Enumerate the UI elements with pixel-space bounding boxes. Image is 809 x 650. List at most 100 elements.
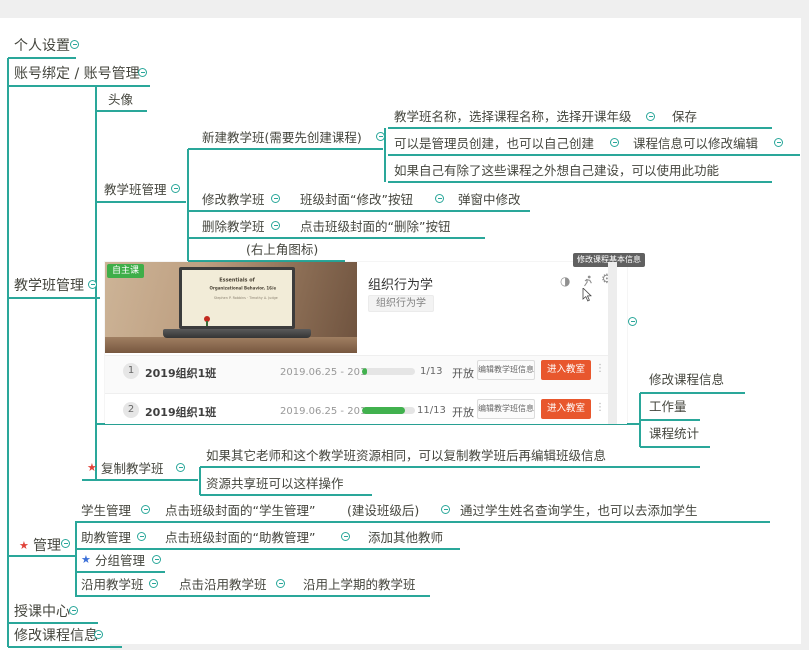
progress-fill (362, 368, 367, 375)
topic-class-management-mid[interactable]: 教学班管理 (104, 182, 167, 197)
topic-reuse-last-term[interactable]: 沿用上学期的教学班 (303, 577, 416, 592)
priority-star-icon: ★ (19, 539, 29, 553)
collapse-icon[interactable] (152, 555, 161, 564)
topic-course-info-editable[interactable]: 课程信息可以修改编辑 (633, 136, 758, 151)
progress-fill (362, 407, 405, 414)
topic-class-name-fields[interactable]: 教学班名称，选择课程名称，选择开课年级 (394, 109, 632, 124)
collapse-icon[interactable] (137, 532, 146, 541)
topic-avatar[interactable]: 头像 (108, 92, 133, 107)
laptop-keyboard-graphic (163, 329, 311, 338)
topic-cover-edit-button[interactable]: 班级封面“修改”按钮 (300, 192, 413, 207)
edit-class-info-button[interactable]: 编辑教学班信息 (477, 360, 535, 380)
class-name: 2019组织1班 (145, 365, 216, 381)
topic-copy-class[interactable]: 复制教学班 (101, 461, 164, 476)
topic-reuse-class[interactable]: 沿用教学班 (81, 577, 144, 592)
topic-management[interactable]: 管理 (33, 538, 61, 554)
topic-created-by-admin-or-self[interactable]: 可以是管理员创建，也可以自己创建 (394, 136, 594, 151)
book-authors: Stephen P. Robbins · Timothy A. Judge (214, 296, 260, 300)
topic-click-reuse-class[interactable]: 点击沿用教学班 (179, 577, 267, 592)
topic-account-binding[interactable]: 账号绑定 / 账号管理 (14, 66, 140, 82)
runner-icon[interactable] (582, 275, 594, 287)
collapse-icon[interactable] (276, 579, 285, 588)
class-name: 2019组织1班 (145, 404, 216, 420)
topic-teaching-center[interactable]: 授课中心 (14, 604, 70, 620)
collapse-icon[interactable] (774, 138, 783, 147)
collapse-icon[interactable] (441, 505, 450, 514)
mindmap-canvas[interactable]: 个人设置 账号绑定 / 账号管理 头像 教学班名称，选择课程名称，选择开课年级 … (0, 0, 809, 650)
topic-edit-in-dialog[interactable]: 弹窗中修改 (458, 192, 521, 207)
topic-add-other-teachers[interactable]: 添加其他教师 (368, 530, 443, 545)
topic-edit-class[interactable]: 修改教学班 (202, 192, 265, 207)
collapse-icon[interactable] (94, 630, 103, 639)
collapse-icon[interactable] (69, 606, 78, 615)
horizontal-scrollbar[interactable] (110, 644, 801, 650)
rose-graphic (204, 316, 210, 322)
book-title-line1: Essentials of (203, 277, 271, 283)
more-options-icon[interactable]: ⋮ (595, 363, 605, 374)
collapse-icon[interactable] (271, 194, 280, 203)
collapse-icon[interactable] (610, 138, 619, 147)
topic-resource-share-note[interactable]: 资源共享班可以这样操作 (206, 476, 344, 491)
collapse-icon[interactable] (70, 40, 79, 49)
laptop-graphic: Essentials of Organizational Behavior, 1… (179, 267, 295, 329)
topic-student-management-entry[interactable]: 点击班级封面的“学生管理” (165, 503, 315, 518)
collapse-icon[interactable] (176, 463, 185, 472)
topic-personal-settings[interactable]: 个人设置 (14, 38, 70, 54)
collapse-icon[interactable] (271, 221, 280, 230)
topic-ta-management[interactable]: 助教管理 (81, 530, 131, 545)
vertical-scrollbar[interactable] (801, 18, 809, 650)
topic-new-class[interactable]: 新建教学班(需要先创建课程) (202, 130, 362, 145)
collapse-icon[interactable] (88, 280, 97, 289)
priority-star-icon: ★ (87, 461, 97, 475)
topic-save[interactable]: 保存 (672, 109, 697, 124)
topic-student-management[interactable]: 学生管理 (81, 503, 131, 518)
priority-star-icon: ★ (81, 553, 91, 567)
topic-top-right-icon-note[interactable]: (右上角图标) (246, 242, 318, 257)
topic-workload[interactable]: 工作量 (649, 399, 687, 414)
collapse-icon[interactable] (341, 532, 350, 541)
class-status: 开放 (452, 365, 474, 381)
self-course-badge: 自主课 (107, 264, 144, 278)
topic-search-add-students[interactable]: 通过学生姓名查询学生，也可以去添加学生 (460, 503, 698, 518)
row-divider (105, 355, 608, 356)
more-options-icon[interactable]: ⋮ (595, 402, 605, 413)
edit-class-info-button[interactable]: 编辑教学班信息 (477, 399, 535, 419)
topic-group-management[interactable]: 分组管理 (95, 553, 145, 568)
collapse-icon[interactable] (149, 579, 158, 588)
collapse-icon[interactable] (435, 194, 444, 203)
class-status: 开放 (452, 404, 474, 420)
progress-bar (362, 368, 415, 375)
row-divider (105, 393, 608, 394)
row-index-badge: 1 (123, 363, 139, 379)
topic-copy-class-note[interactable]: 如果其它老师和这个教学班资源相同，可以复制教学班后再编辑班级信息 (206, 448, 606, 463)
topic-edit-course-info-right[interactable]: 修改课程信息 (649, 372, 724, 387)
enter-classroom-button[interactable]: 进入教室 (541, 360, 591, 380)
topic-course-statistics[interactable]: 课程统计 (649, 426, 699, 441)
topic-edit-course-info-bottom[interactable]: 修改课程信息 (14, 628, 98, 644)
course-tag: 组织行为学 (368, 295, 434, 312)
progress-fraction: 11/13 (417, 405, 446, 416)
collapse-icon[interactable] (376, 132, 385, 141)
embedded-course-screenshot[interactable]: Essentials of Organizational Behavior, 1… (105, 262, 627, 424)
desk-graphic (105, 337, 357, 353)
row-index-badge: 2 (123, 402, 139, 418)
topic-ta-management-entry[interactable]: 点击班级封面的“助教管理” (165, 530, 315, 545)
topic-after-class-built[interactable]: (建设班级后) (347, 503, 419, 518)
progress-bar (362, 407, 415, 414)
pie-chart-icon[interactable]: ◑ (560, 274, 570, 288)
collapse-icon[interactable] (646, 112, 655, 121)
progress-fraction: 1/13 (420, 366, 442, 377)
collapse-icon[interactable] (628, 317, 637, 326)
collapse-icon[interactable] (61, 539, 70, 548)
collapse-icon[interactable] (171, 184, 180, 193)
collapse-icon[interactable] (141, 505, 150, 514)
topic-class-management-left[interactable]: 教学班管理 (14, 278, 84, 294)
topic-self-build-note[interactable]: 如果自己有除了这些课程之外想自己建设，可以使用此功能 (394, 163, 719, 178)
enter-classroom-button[interactable]: 进入教室 (541, 399, 591, 419)
book-title-line2: Organizational Behavior, 16/e (210, 286, 265, 291)
topic-cover-delete-button[interactable]: 点击班级封面的“删除”按钮 (300, 219, 450, 234)
topic-delete-class[interactable]: 删除教学班 (202, 219, 265, 234)
screenshot-scrollbar (608, 262, 617, 424)
mouse-cursor-icon (582, 288, 592, 302)
collapse-icon[interactable] (138, 68, 147, 77)
